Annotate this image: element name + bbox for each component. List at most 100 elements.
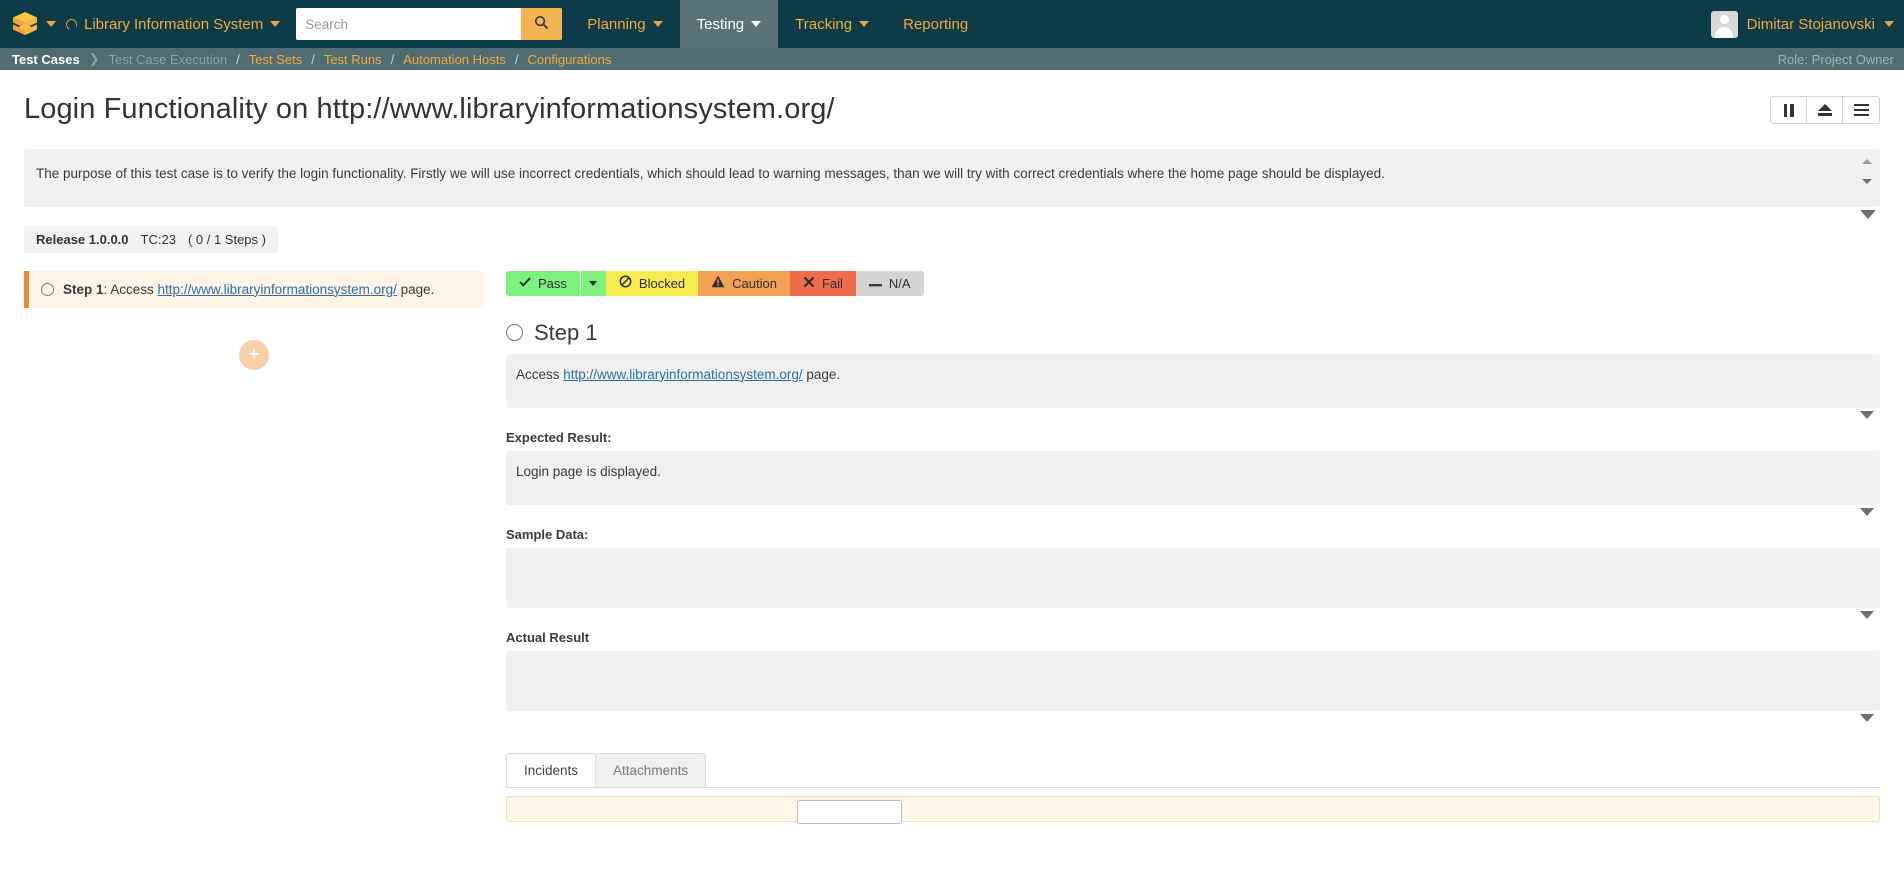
step-description-link[interactable]: http://www.libraryinformationsystem.org/ [563,367,802,382]
x-icon [803,276,815,291]
step-description-expand-icon[interactable] [1860,410,1874,419]
top-navigation-bar: Library Information System Planning Test… [0,0,1904,48]
no-entry-icon [619,275,632,291]
sample-data-label: Sample Data: [506,526,589,542]
logo-area[interactable] [0,0,62,48]
project-chevron-down-icon[interactable] [270,21,281,27]
nav-item-reporting[interactable]: Reporting [886,0,985,48]
actual-result-field[interactable] [506,650,1880,722]
role-label: Role: Project Owner [1777,51,1894,67]
step-detail-panel: Pass Blocked Caution Fail N/A Step 1 Acc… [484,270,1880,824]
main-columns: Step 1: Access http://www.libraryinforma… [24,270,1880,824]
breadcrumb-item-test-runs[interactable]: Test Runs [324,52,382,67]
pause-button[interactable] [1771,97,1807,123]
chevron-right-icon: ❯ [88,51,100,66]
status-fail-button[interactable]: Fail [789,270,856,296]
check-icon [519,276,531,291]
page-title: Login Functionality on http://www.librar… [24,93,835,125]
user-name-label: Dimitar Stojanovski [1746,15,1875,33]
breadcrumb-separator: / [236,51,240,67]
tab-label: Attachments [613,762,689,778]
status-pass-dropdown[interactable] [579,270,606,296]
add-step-button[interactable]: + [239,339,269,370]
step-heading-label: Step 1 [534,319,598,345]
description-expand-icon[interactable] [1860,209,1876,219]
test-case-id-label: TC:23 [140,231,176,247]
breadcrumb-separator: / [390,51,395,67]
step-list-item-before: : Access [103,281,158,297]
step-list-item-prefix: Step 1 [63,281,104,297]
project-selector[interactable]: Library Information System [62,0,290,48]
sample-data-expand-icon[interactable] [1860,610,1874,619]
tab-attachments[interactable]: Attachments [595,752,707,787]
hamburger-menu-icon [1853,103,1869,117]
pause-icon [1783,103,1794,117]
project-name-label: Library Information System [84,15,264,33]
chevron-down-icon [652,21,663,27]
user-chevron-down-icon [1884,21,1894,27]
step-list-item-text: Step 1: Access http://www.libraryinforma… [63,282,434,297]
steps-list-panel: Step 1: Access http://www.libraryinforma… [24,270,484,822]
main-nav: Planning Testing Tracking Reporting [570,0,985,48]
status-label: Pass [538,275,567,291]
search-input[interactable] [296,8,522,40]
caret-down-icon [589,280,598,286]
test-case-description[interactable]: The purpose of this test case is to veri… [24,148,1880,207]
breadcrumb-current[interactable]: Test Cases [12,52,80,67]
tab-panel-incidents [506,786,1880,824]
step-list-item-link[interactable]: http://www.libraryinformationsystem.org/ [158,282,397,297]
radio-unchecked-icon[interactable] [41,282,54,296]
status-label: N/A [888,275,911,291]
warning-triangle-icon [711,275,725,291]
breadcrumb: Test Cases ❯ Test Case Execution / Test … [0,48,1904,70]
title-row: Login Functionality on http://www.librar… [24,70,1880,127]
description-scroll-arrows [1862,158,1872,184]
step-list-item-1[interactable]: Step 1: Access http://www.libraryinforma… [24,270,484,308]
radio-unchecked-icon[interactable] [506,324,523,342]
description-text: The purpose of this test case is to veri… [36,165,1385,181]
breadcrumb-separator: / [514,51,519,67]
actual-result-expand-icon[interactable] [1860,713,1874,722]
page-content: Login Functionality on http://www.librar… [0,70,1904,824]
breadcrumb-separator: / [311,51,315,67]
expected-result-field[interactable]: Login page is displayed. [506,450,1880,516]
nav-label: Testing [696,15,745,33]
nav-item-planning[interactable]: Planning [570,0,679,48]
search-box [296,8,563,40]
layers-cube-icon [12,11,38,37]
step-detail-body: Access http://www.libraryinformationsyst… [506,353,1880,824]
status-na-button[interactable]: N/A [855,270,924,296]
status-caution-button[interactable]: Caution [698,270,790,296]
user-menu[interactable]: Dimitar Stojanovski [1710,0,1894,48]
status-label: Caution [732,275,777,291]
incidents-toolbar [506,795,1880,824]
expected-result-value: Login page is displayed. [516,463,661,479]
nav-item-tracking[interactable]: Tracking [778,0,886,48]
breadcrumb-item-test-sets[interactable]: Test Sets [249,52,302,67]
tab-incidents[interactable]: Incidents [506,752,597,787]
search-icon [534,15,549,33]
tab-label: Incidents [524,762,579,778]
menu-button[interactable] [1843,97,1879,123]
breadcrumb-item-configurations[interactable]: Configurations [528,52,612,67]
expected-result-expand-icon[interactable] [1860,507,1874,516]
steps-progress-label: ( 0 / 1 Steps ) [187,231,266,247]
status-pass-button[interactable]: Pass [506,270,580,296]
user-avatar-icon [1710,10,1738,38]
breadcrumb-item-automation-hosts[interactable]: Automation Hosts [403,52,506,67]
eject-button[interactable] [1807,97,1843,123]
test-case-meta: Release 1.0.0.0 TC:23 ( 0 / 1 Steps ) [24,225,278,253]
triangle-down-icon[interactable] [1862,178,1872,184]
logo-chevron-down-icon[interactable] [46,21,56,27]
minus-icon [868,276,882,291]
page-action-buttons [1770,96,1880,124]
incidents-toolbar-button[interactable] [797,799,902,824]
sample-data-field[interactable] [506,547,1880,619]
triangle-up-icon[interactable] [1862,158,1872,164]
description-area: The purpose of this test case is to veri… [24,148,1880,219]
status-blocked-button[interactable]: Blocked [605,270,699,296]
step-description-field[interactable]: Access http://www.libraryinformationsyst… [506,353,1880,419]
nav-item-testing[interactable]: Testing [679,0,779,48]
search-button[interactable] [521,8,563,40]
step-description-after: page. [802,366,841,382]
